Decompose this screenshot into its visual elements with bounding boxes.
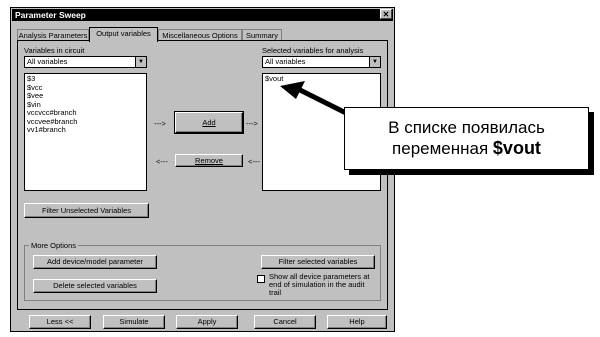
remove-button[interactable]: Remove	[175, 154, 243, 167]
callout-line-2: переменная $vout	[345, 138, 588, 159]
selected-variables-combo[interactable]: All variables ▼	[262, 56, 381, 68]
arrow-left-text-2: <---	[248, 157, 260, 166]
chevron-down-icon[interactable]: ▼	[369, 57, 380, 67]
callout-line-1: В списке появилась	[388, 118, 545, 137]
arrow-left-text: <---	[156, 157, 168, 166]
list-item[interactable]: $3	[27, 74, 144, 84]
cancel-button[interactable]: Cancel	[254, 315, 316, 329]
show-params-checkbox[interactable]	[257, 275, 265, 283]
add-device-parameter-button[interactable]: Add device/model parameter	[33, 255, 157, 269]
list-item[interactable]: $vcc	[27, 83, 144, 93]
callout-annotation: В списке появилась переменная $vout	[344, 107, 589, 170]
tab-output-variables[interactable]: Output variables	[89, 27, 158, 42]
filter-unselected-button[interactable]: Filter Unselected Variables	[24, 203, 149, 218]
callout-line-2-prefix: переменная	[392, 139, 493, 158]
combo-value: All variables	[265, 57, 306, 66]
callout-variable-name: $vout	[492, 138, 541, 158]
dialog-title: Parameter Sweep	[12, 9, 393, 21]
circuit-variables-list[interactable]: $3 $vcc $vee $vin vccvcc#branch vccvee#b…	[24, 73, 147, 191]
delete-selected-button[interactable]: Delete selected variables	[33, 279, 157, 293]
variables-in-circuit-label: Variables in circuit	[24, 46, 85, 55]
filter-selected-button[interactable]: Filter selected variables	[261, 255, 375, 269]
simulate-button[interactable]: Simulate	[103, 315, 165, 329]
circuit-variables-combo[interactable]: All variables ▼	[24, 56, 147, 68]
help-button[interactable]: Help	[327, 315, 387, 329]
chevron-down-icon[interactable]: ▼	[135, 57, 146, 67]
list-item[interactable]: $vee	[27, 91, 144, 101]
less-button[interactable]: Less <<	[29, 315, 91, 329]
output-variables-panel: Variables in circuit All variables ▼ $3 …	[17, 40, 388, 310]
show-params-label: Show all device parameters at end of sim…	[269, 272, 370, 297]
parameter-sweep-dialog: Parameter Sweep ✕ Analysis Parameters Ou…	[10, 7, 395, 332]
more-options-group: More Options Add device/model parameter …	[24, 241, 381, 301]
list-item[interactable]: $vout	[265, 74, 378, 84]
list-item[interactable]: vv1#branch	[27, 125, 144, 135]
selected-variables-label: Selected variables for analysis	[262, 46, 364, 55]
arrow-right-text: --->	[154, 119, 166, 128]
more-options-title: More Options	[29, 241, 79, 250]
arrow-right-text-2: --->	[246, 119, 258, 128]
add-button[interactable]: Add	[174, 111, 244, 134]
apply-button[interactable]: Apply	[176, 315, 238, 329]
add-button-label: Add	[202, 118, 216, 127]
close-icon[interactable]: ✕	[380, 9, 392, 19]
combo-value: All variables	[27, 57, 68, 66]
remove-button-label: Remove	[195, 156, 223, 165]
